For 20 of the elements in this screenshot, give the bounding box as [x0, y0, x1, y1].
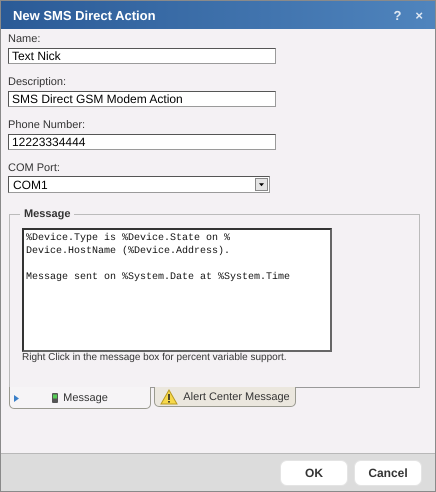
tab[interactable]: Message — [9, 387, 151, 409]
field-label: COM Port: — [8, 162, 61, 174]
tab[interactable]: Alert Center Message — [154, 387, 296, 407]
input-field[interactable]: SMS Direct GSM Modem Action — [8, 91, 276, 107]
group-title: Message — [23, 208, 72, 220]
caret-icon — [255, 178, 268, 191]
hint-text: Right Click in the message box for percent variable support. — [22, 352, 288, 363]
ok-button[interactable]: OK — [280, 460, 348, 486]
field-label: Description: — [8, 76, 68, 88]
field-label: Name: — [8, 33, 42, 45]
input-field[interactable]: 12223334444 — [8, 134, 276, 150]
triangle-icon — [14, 395, 19, 402]
field-label: Phone Number: — [8, 119, 86, 131]
com-port-dropdown[interactable]: COM1 — [8, 176, 270, 193]
cancel-button[interactable]: Cancel — [354, 460, 422, 486]
phone-icon — [52, 392, 58, 402]
window-title: New SMS Direct Action — [13, 8, 157, 22]
message-field[interactable]: %Device.Type is %Device.State on % Device.HostName (%Device.Address). Message sent on %System.Date at %System.Time — [22, 228, 332, 352]
warning-icon — [160, 388, 178, 404]
input-field[interactable]: Text Nick — [8, 48, 276, 64]
